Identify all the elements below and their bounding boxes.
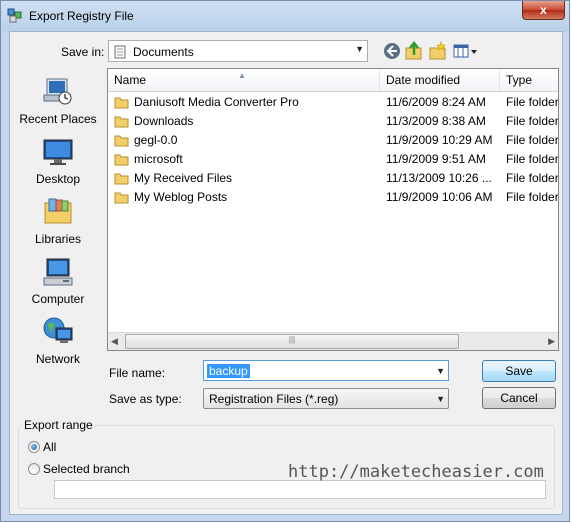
save-in-label: Save in: <box>61 45 105 59</box>
back-icon[interactable] <box>382 41 402 61</box>
file-list-header: ▲ Name Date modified Type <box>108 69 558 92</box>
column-header-name[interactable]: ▲ Name <box>108 69 380 91</box>
file-type: File folder <box>506 190 559 204</box>
cancel-button[interactable]: Cancel <box>482 387 556 409</box>
file-type: File folder <box>506 133 559 147</box>
list-item[interactable]: gegl-0.0 11/9/2009 10:29 AM File folder <box>108 131 558 150</box>
export-range-label: Export range <box>22 418 95 432</box>
save-as-type-label: Save as type: <box>109 392 182 406</box>
scroll-left-icon[interactable]: ◀ <box>111 336 118 347</box>
file-name-field[interactable]: backup ▼ <box>203 360 449 381</box>
save-in-dropdown[interactable]: Documents ▼ <box>108 40 368 62</box>
list-item[interactable]: Daniusoft Media Converter Pro 11/6/2009 … <box>108 93 558 112</box>
file-type: File folder <box>506 171 559 185</box>
watermark-text: http://maketecheasier.com <box>288 462 544 482</box>
desktop-icon <box>43 139 73 165</box>
place-computer[interactable]: Computer <box>10 256 106 306</box>
file-name: Daniusoft Media Converter Pro <box>134 95 299 109</box>
file-name: My Weblog Posts <box>134 190 228 204</box>
scroll-right-icon[interactable]: ▶ <box>548 336 555 347</box>
selected-branch-field[interactable] <box>54 480 546 499</box>
place-desktop[interactable]: Desktop <box>10 136 106 186</box>
file-list[interactable]: ▲ Name Date modified Type Daniusoft Medi… <box>107 68 559 351</box>
chevron-down-icon: ▼ <box>355 44 364 54</box>
sort-ascending-icon: ▲ <box>238 71 246 80</box>
registry-editor-icon <box>7 8 22 23</box>
file-name: microsoft <box>134 152 183 166</box>
folder-icon <box>114 173 129 185</box>
dialog-body: Save in: Documents ▼ Recent Places Deskt… <box>9 31 563 515</box>
file-type: File folder <box>506 114 559 128</box>
place-label: Recent Places <box>19 112 97 126</box>
new-folder-icon[interactable] <box>428 41 448 61</box>
dialog-window: Export Registry File x Save in: Document… <box>0 0 570 522</box>
list-item[interactable]: My Weblog Posts 11/9/2009 10:06 AM File … <box>108 188 558 207</box>
list-item[interactable]: My Received Files 11/13/2009 10:26 ... F… <box>108 169 558 188</box>
radio-selected-branch-label[interactable]: Selected branch <box>43 462 130 476</box>
title-bar[interactable]: Export Registry File x <box>1 1 571 31</box>
save-in-value: Documents <box>133 45 194 59</box>
file-name-value: backup <box>207 364 250 378</box>
window-title: Export Registry File <box>29 9 134 23</box>
file-name-label: File name: <box>109 366 166 380</box>
folder-icon <box>114 135 129 147</box>
file-type: File folder <box>506 95 559 109</box>
column-header-type[interactable]: Type <box>500 69 558 91</box>
place-label: Libraries <box>34 232 82 246</box>
up-folder-icon[interactable] <box>404 41 424 61</box>
place-label: Network <box>35 352 80 366</box>
file-type: File folder <box>506 152 559 166</box>
save-button[interactable]: Save <box>482 360 556 382</box>
radio-all[interactable] <box>28 441 40 453</box>
radio-selected-branch[interactable] <box>28 463 40 475</box>
folder-icon <box>114 192 129 204</box>
file-name: My Received Files <box>134 171 233 185</box>
place-label: Desktop <box>35 172 81 186</box>
list-item[interactable]: Downloads 11/3/2009 8:38 AM File folder <box>108 112 558 131</box>
save-as-type-value: Registration Files (*.reg) <box>209 392 339 406</box>
documents-folder-icon <box>114 45 126 59</box>
file-date: 11/6/2009 8:24 AM <box>386 95 486 109</box>
list-item[interactable]: microsoft 11/9/2009 9:51 AM File folder <box>108 150 558 169</box>
view-menu-icon[interactable] <box>452 41 480 61</box>
horizontal-scrollbar[interactable]: ◀ ||| ▶ <box>108 332 558 350</box>
file-date: 11/3/2009 8:38 AM <box>386 114 486 128</box>
places-bar: Recent Places Desktop Libraries Computer… <box>10 68 106 394</box>
libraries-icon <box>44 198 72 224</box>
folder-icon <box>114 154 129 166</box>
place-libraries[interactable]: Libraries <box>10 196 106 246</box>
radio-all-label[interactable]: All <box>43 440 56 454</box>
save-as-type-dropdown[interactable]: Registration Files (*.reg) ▼ <box>203 388 449 409</box>
file-date: 11/13/2009 10:26 ... <box>386 171 492 185</box>
file-name: Downloads <box>134 114 194 128</box>
file-date: 11/9/2009 10:29 AM <box>386 133 493 147</box>
chevron-down-icon[interactable]: ▼ <box>436 366 445 376</box>
place-label: Computer <box>31 292 85 306</box>
file-date: 11/9/2009 9:51 AM <box>386 152 486 166</box>
computer-icon <box>43 258 73 286</box>
file-name: gegl-0.0 <box>134 133 178 147</box>
file-date: 11/9/2009 10:06 AM <box>386 190 493 204</box>
column-header-date-modified[interactable]: Date modified <box>380 69 500 91</box>
network-icon <box>43 317 73 343</box>
chevron-down-icon: ▼ <box>436 394 445 404</box>
folder-icon <box>114 116 129 128</box>
scrollbar-thumb[interactable]: ||| <box>125 334 459 349</box>
place-network[interactable]: Network <box>10 316 106 366</box>
close-button[interactable]: x <box>522 1 565 20</box>
folder-icon <box>114 97 129 109</box>
recent-places-icon <box>43 78 72 105</box>
close-icon: x <box>540 3 547 17</box>
place-recent-places[interactable]: Recent Places <box>10 76 106 126</box>
